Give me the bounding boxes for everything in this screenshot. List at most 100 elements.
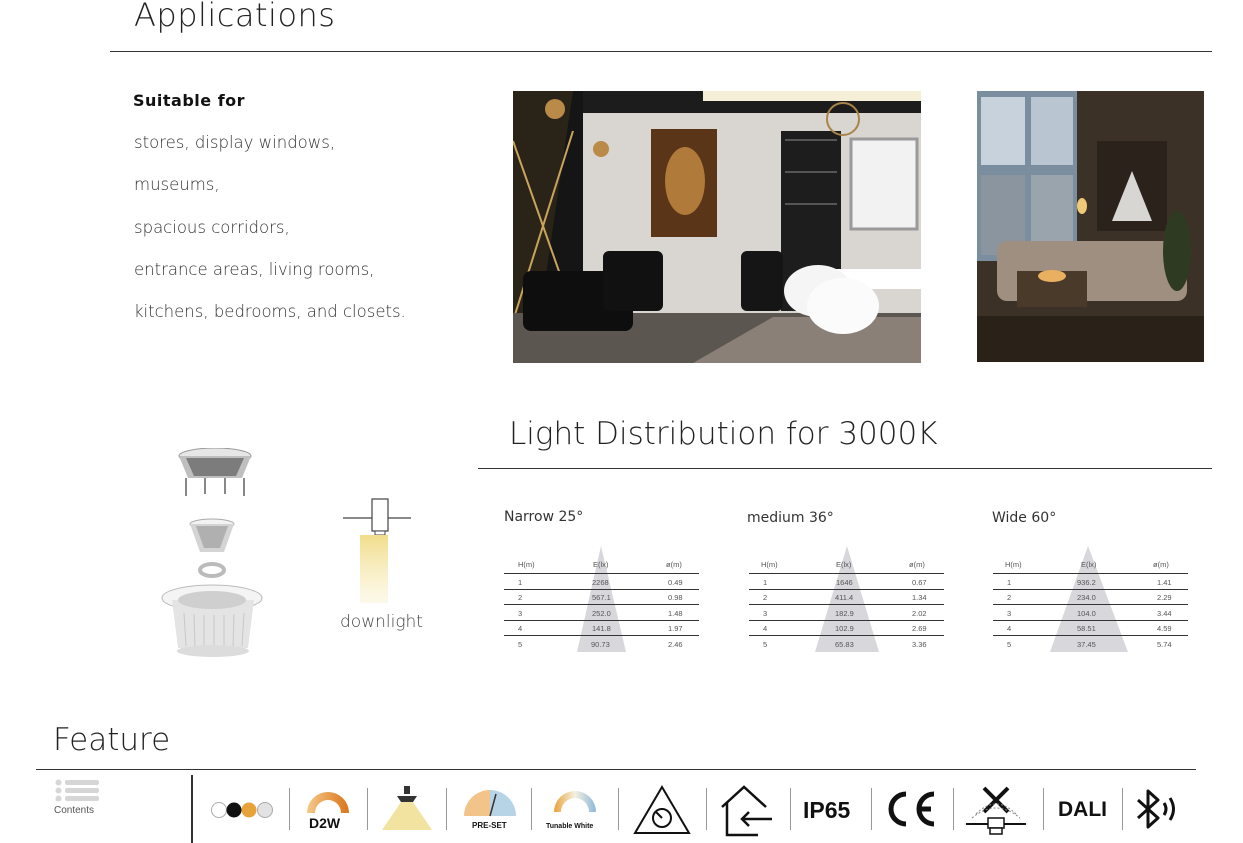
table-cell: 5 [518,640,523,649]
exploded-product-image [160,447,270,665]
table-cell: 3 [763,609,768,618]
feature-separator [1122,788,1123,830]
table-cell: 90.73 [591,640,610,649]
header-d: ø(m) [666,560,682,569]
table-cell: 567.1 [592,593,611,602]
beam-label-wide: Wide 60° [992,510,1057,526]
table-cell: 1646 [836,578,853,587]
applications-title: Applications [134,0,336,34]
header-h: H(m) [1005,560,1022,569]
table-cell: 4 [1007,624,1012,633]
beam-label-narrow: Narrow 25° [504,509,584,525]
table-cell: 1.97 [668,624,683,633]
downlight-label: downlight [340,612,423,632]
color-temperature-dots-icon [210,801,276,824]
living-room-photo [977,91,1204,362]
beam-table-narrow: H(m) E(lx) ø(m) 1 2268 0.49 2 567.1 0.98… [504,546,699,656]
suitable-for-heading: Suitable for [133,91,246,110]
header-e: E(lx) [593,560,609,569]
table-cell: 2.46 [668,640,683,649]
tunable-white-label: Tunable White [546,823,594,830]
feature-vertical-divider [191,775,193,843]
table-cell: 2.29 [1157,593,1172,602]
table-cell: 2 [1007,593,1012,602]
table-cell: 1 [763,578,768,587]
pre-set-gauge-icon [462,788,518,823]
table-cell: 3 [1007,609,1012,618]
table-cell: 252.0 [592,609,611,618]
beam-table-wide: H(m) E(lx) ø(m) 1 936.2 1.41 2 234.0 2.2… [993,546,1188,656]
beam-angle-icon [380,786,434,835]
feature-separator [531,788,532,830]
table-cell: 2 [518,593,523,602]
suitable-item: kitchens, bedrooms, and closets. [134,302,406,321]
header-d: ø(m) [1153,560,1169,569]
table-cell: 182.9 [835,609,854,618]
suitable-item: entrance areas, living rooms, [134,260,375,279]
table-cell: 2268 [592,578,609,587]
beam-label-medium: medium 36° [747,510,834,526]
table-cell: 3.36 [912,640,927,649]
beam-table-medium: H(m) E(lx) ø(m) 1 1646 0.67 2 411.4 1.34… [749,546,944,656]
header-e: E(lx) [836,560,852,569]
feature-separator [289,788,290,830]
salon-interior-photo [513,91,921,363]
header-h: H(m) [518,560,535,569]
feature-separator [367,788,368,830]
tunable-white-icon [551,788,599,817]
table-cell: 234.0 [1077,593,1096,602]
table-cell: 37.45 [1077,640,1096,649]
table-cell: 1 [518,578,523,587]
feature-separator [790,788,791,830]
feature-divider [36,769,1196,770]
suitable-item: spacious corridors, [134,218,290,237]
table-cell: 4 [518,624,523,633]
table-cell: 0.98 [668,593,683,602]
bluetooth-icon [1134,788,1184,835]
table-cell: 0.49 [668,578,683,587]
table-cell: 102.9 [835,624,854,633]
table-cell: 2 [763,593,768,602]
table-cell: 1 [1007,578,1012,587]
table-cell: 2.02 [912,609,927,618]
contents-menu-icon[interactable] [55,779,101,808]
indoor-home-icon [718,783,776,842]
table-cell: 936.2 [1077,578,1096,587]
light-distribution-title: Light Distribution for 3000K [509,416,938,452]
suitable-item: museums, [134,175,220,194]
table-cell: 0.67 [912,578,927,587]
dimmable-triangle-icon [632,784,692,841]
table-cell: 141.8 [592,624,611,633]
table-cell: 2.69 [912,624,927,633]
contents-label[interactable]: Contents [54,805,94,816]
feature-separator [953,788,954,830]
table-cell: 4 [763,624,768,633]
table-cell: 411.4 [835,593,854,602]
downlight-beam-icon [343,497,413,612]
feature-separator [446,788,447,830]
header-d: ø(m) [909,560,925,569]
suitable-item: stores, display windows, [134,133,336,152]
pre-set-label: PRE-SET [472,821,507,830]
ce-mark-icon [884,789,938,834]
header-e: E(lx) [1081,560,1097,569]
table-cell: 1.41 [1157,578,1172,587]
feature-separator [706,788,707,830]
light-distribution-divider [478,468,1212,469]
ip65-label: IP65 [803,797,851,823]
table-cell: 58.51 [1077,624,1096,633]
table-cell: 65.83 [835,640,854,649]
applications-divider [110,51,1212,52]
feature-separator [871,788,872,830]
table-cell: 104.0 [1077,609,1096,618]
table-cell: 5 [763,640,768,649]
feature-title: Feature [53,722,171,758]
header-h: H(m) [761,560,778,569]
table-cell: 4.59 [1157,624,1172,633]
feature-separator [618,788,619,830]
table-cell: 5.74 [1157,640,1172,649]
d2w-label: D2W [309,815,341,831]
no-insulation-cover-icon [964,784,1028,841]
table-cell: 3 [518,609,523,618]
table-cell: 1.48 [668,609,683,618]
